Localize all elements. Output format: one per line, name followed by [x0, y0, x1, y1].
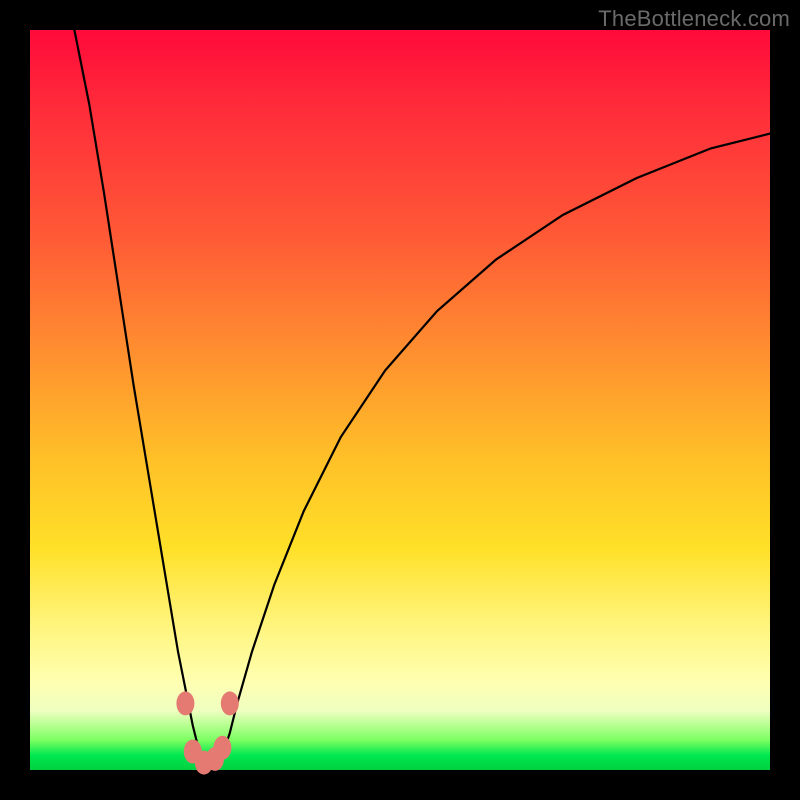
- chart-frame: TheBottleneck.com: [0, 0, 800, 800]
- plot-area: [30, 30, 770, 770]
- curve-marker: [213, 736, 231, 760]
- curve-marker: [221, 691, 239, 715]
- curve-marker: [176, 691, 194, 715]
- curve-svg: [30, 30, 770, 770]
- bottleneck-curve: [74, 30, 770, 766]
- watermark-text: TheBottleneck.com: [598, 6, 790, 32]
